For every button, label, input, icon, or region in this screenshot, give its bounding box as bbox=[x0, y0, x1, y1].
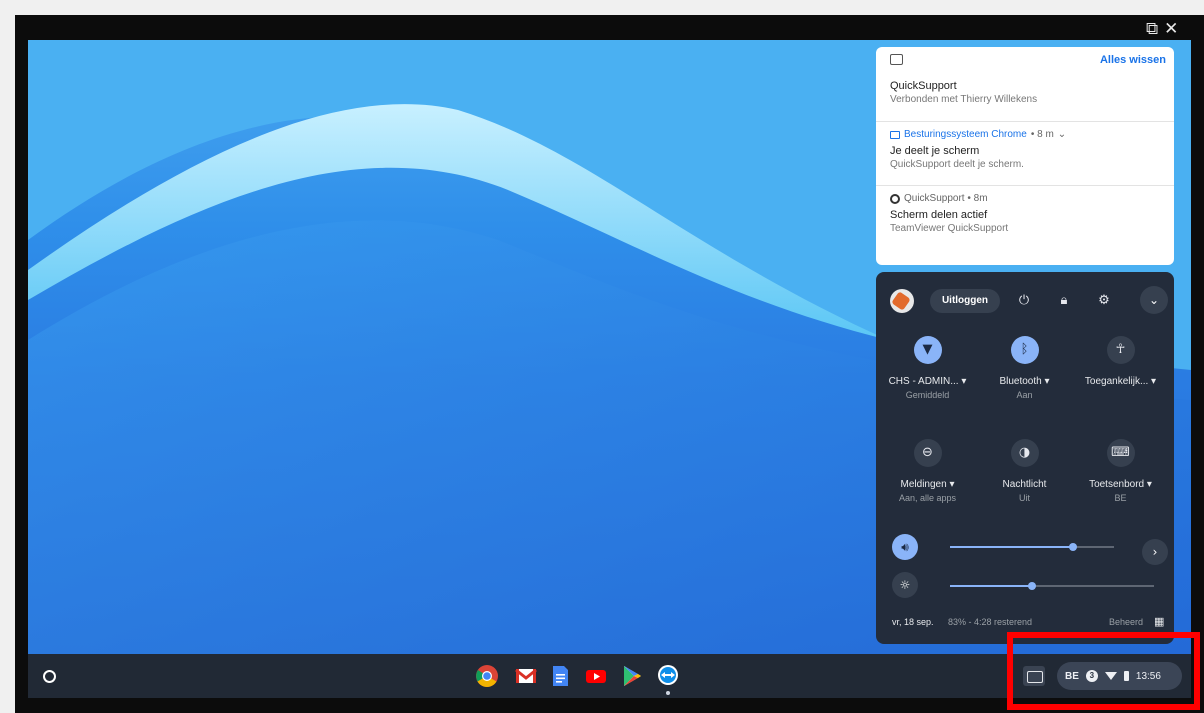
docs-icon[interactable] bbox=[547, 664, 573, 688]
bluetooth-icon: ᛒ bbox=[1010, 336, 1039, 364]
chevron-down-icon[interactable]: ⌄ bbox=[1058, 129, 1066, 140]
tile-label: CHS - ADMIN... bbox=[888, 376, 959, 387]
notification-title: QuickSupport bbox=[890, 80, 957, 92]
brightness-icon[interactable]: ☼ bbox=[892, 572, 918, 598]
notification-source: Besturingssysteem Chrome bbox=[904, 129, 1027, 140]
notification-title: Scherm delen actief bbox=[890, 209, 988, 221]
tile-wifi[interactable]: ▼ CHS - ADMIN... ▾ Gemiddeld bbox=[880, 336, 975, 400]
do-not-disturb-icon: ⊖ bbox=[913, 439, 942, 467]
tile-sublabel: Gemiddeld bbox=[905, 390, 950, 400]
notification-source: QuickSupport • 8m bbox=[904, 193, 988, 204]
screen-share-icon bbox=[890, 54, 903, 65]
launcher-button[interactable] bbox=[37, 664, 61, 688]
tile-label: Toegankelijk... bbox=[1084, 376, 1149, 387]
notification-title: Je deelt je scherm bbox=[890, 145, 980, 157]
quick-settings-panel: Uitloggen ⏻ 🔒︎ ⚙ ⌄ ▼ CHS - ADMIN... ▾ Ge… bbox=[876, 272, 1174, 644]
brightness-slider-knob[interactable] bbox=[1027, 582, 1036, 590]
gear-icon[interactable]: ⚙ bbox=[1092, 289, 1116, 313]
avatar[interactable] bbox=[890, 289, 914, 313]
volume-slider-fill bbox=[950, 546, 1073, 548]
highlight-box bbox=[1007, 632, 1200, 710]
chevron-down-icon[interactable]: ⌄ bbox=[1140, 286, 1168, 314]
running-indicator bbox=[666, 691, 670, 695]
chrome-icon[interactable] bbox=[474, 664, 500, 688]
window-controls: ⧉ ✕ bbox=[1146, 19, 1192, 39]
notification-body: QuickSupport deelt je scherm. bbox=[890, 159, 1024, 170]
accessibility-icon: ☥ bbox=[1106, 336, 1135, 364]
tile-sublabel: BE bbox=[1114, 493, 1127, 503]
volume-icon[interactable]: 🔊︎ bbox=[892, 534, 918, 560]
eye-icon bbox=[890, 193, 900, 204]
tile-label: Nachtlicht bbox=[1002, 479, 1047, 490]
play-store-icon[interactable] bbox=[619, 664, 645, 688]
tile-label: Toetsenbord bbox=[1089, 479, 1145, 490]
tile-notifications[interactable]: ⊖ Meldingen ▾ Aan, alle apps bbox=[880, 439, 975, 503]
clear-all-button[interactable]: Alles wissen bbox=[1100, 54, 1166, 66]
managed-building-icon: ▦ bbox=[1154, 615, 1165, 628]
tile-accessibility[interactable]: ☥ Toegankelijk... ▾ bbox=[1073, 336, 1168, 390]
date-label[interactable]: vr, 18 sep. bbox=[892, 617, 934, 627]
open-external-icon[interactable]: ⧉ bbox=[1146, 19, 1158, 39]
managed-label[interactable]: Beheerd bbox=[1109, 617, 1143, 627]
tile-sublabel: Aan, alle apps bbox=[898, 493, 957, 503]
chevron-right-icon[interactable]: › bbox=[1142, 539, 1168, 565]
volume-slider-knob[interactable] bbox=[1069, 543, 1077, 551]
notification-body: Verbonden met Thierry Willekens bbox=[890, 94, 1038, 105]
notification-time: • 8 m bbox=[1030, 129, 1054, 140]
youtube-icon[interactable] bbox=[583, 664, 609, 688]
tile-sublabel: Aan bbox=[1016, 390, 1033, 400]
logout-button[interactable]: Uitloggen bbox=[930, 289, 1000, 313]
night-light-icon: ◑ bbox=[1010, 439, 1039, 467]
tile-label: Bluetooth bbox=[999, 376, 1042, 387]
tile-night-light[interactable]: ◑ Nachtlicht Uit bbox=[977, 439, 1072, 503]
notification-body: TeamViewer QuickSupport bbox=[890, 223, 1009, 234]
brightness-slider-fill bbox=[950, 585, 1032, 587]
wifi-icon: ▼ bbox=[913, 336, 942, 364]
tile-label: Meldingen bbox=[900, 479, 947, 490]
tile-bluetooth[interactable]: ᛒ Bluetooth ▾ Aan bbox=[977, 336, 1072, 400]
notification-center: Alles wissen QuickSupport Verbonden met … bbox=[876, 47, 1174, 265]
gmail-icon[interactable] bbox=[513, 664, 539, 688]
keyboard-icon: ⌨ bbox=[1106, 439, 1135, 467]
notification-item[interactable]: QuickSupport • 8m Scherm delen actief Te… bbox=[876, 185, 1174, 249]
power-icon[interactable]: ⏻ bbox=[1012, 289, 1036, 313]
tile-sublabel: Uit bbox=[1019, 493, 1030, 503]
notification-item[interactable]: QuickSupport Verbonden met Thierry Wille… bbox=[876, 73, 1174, 121]
tile-keyboard[interactable]: ⌨ Toetsenbord ▾ BE bbox=[1073, 439, 1168, 503]
notification-item[interactable]: Besturingssysteem Chrome • 8 m ⌄ Je deel… bbox=[876, 121, 1174, 185]
volume-slider[interactable] bbox=[950, 543, 1114, 551]
close-icon[interactable]: ✕ bbox=[1164, 19, 1178, 39]
brightness-slider[interactable] bbox=[950, 582, 1154, 590]
lock-icon[interactable]: 🔒︎ bbox=[1052, 289, 1076, 313]
battery-status[interactable]: 83% - 4:28 resterend bbox=[948, 617, 1032, 627]
teamviewer-icon[interactable] bbox=[655, 664, 681, 695]
screen-share-icon bbox=[890, 130, 900, 139]
